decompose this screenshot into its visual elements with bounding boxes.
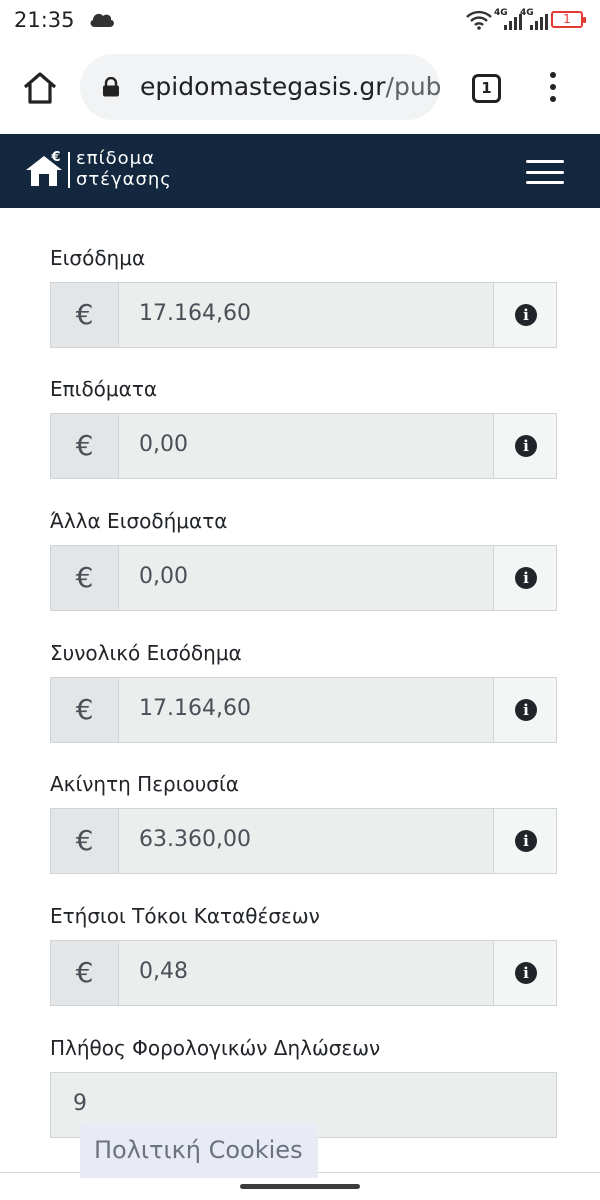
field-label: Ετήσιοι Τόκοι Καταθέσεων bbox=[50, 904, 320, 928]
battery-icon: 1 bbox=[551, 11, 586, 28]
field-value: 17.164,60 bbox=[139, 696, 251, 721]
info-button[interactable]: i bbox=[493, 941, 556, 1005]
euro-icon: € bbox=[51, 809, 119, 873]
home-icon[interactable] bbox=[20, 68, 60, 108]
info-icon: i bbox=[515, 962, 537, 984]
info-button[interactable]: i bbox=[493, 546, 556, 610]
field-label: Άλλα Εισοδήματα bbox=[50, 509, 228, 533]
field-label: Ακίνητη Περιουσία bbox=[50, 772, 239, 796]
field-value: 0,00 bbox=[139, 564, 188, 589]
site-header: € επίδομα στέγασης bbox=[0, 134, 600, 208]
house-euro-logo-icon[interactable]: € bbox=[24, 150, 64, 188]
info-button[interactable]: i bbox=[493, 809, 556, 873]
field-value: 0,48 bbox=[139, 959, 188, 984]
info-icon: i bbox=[515, 435, 537, 457]
browser-toolbar: epidomastegasis.gr/pub 1 bbox=[0, 40, 600, 134]
status-bar: 21:35 4G 4G 1 bbox=[0, 0, 600, 40]
total-income-input[interactable]: € 17.164,60 i bbox=[50, 677, 557, 743]
euro-icon: € bbox=[51, 546, 119, 610]
hamburger-menu-icon[interactable] bbox=[526, 160, 564, 184]
more-vert-icon[interactable] bbox=[548, 72, 558, 106]
lock-icon bbox=[103, 77, 119, 97]
euro-icon: € bbox=[51, 941, 119, 1005]
cloud-icon bbox=[90, 13, 114, 27]
wifi-icon bbox=[466, 10, 492, 30]
field-value: 17.164,60 bbox=[139, 301, 251, 326]
status-time: 21:35 bbox=[14, 8, 75, 32]
field-value: 0,00 bbox=[139, 432, 188, 457]
tabs-icon[interactable]: 1 bbox=[472, 74, 501, 103]
field-label: Εισόδημα bbox=[50, 246, 146, 270]
real-estate-input[interactable]: € 63.360,00 i bbox=[50, 808, 557, 874]
field-label: Επιδόματα bbox=[50, 377, 158, 401]
field-label: Συνολικό Εισόδημα bbox=[50, 641, 242, 665]
info-icon: i bbox=[515, 304, 537, 326]
logo-line-1: επίδομα bbox=[76, 148, 155, 169]
deposit-interest-input[interactable]: € 0,48 i bbox=[50, 940, 557, 1006]
info-icon: i bbox=[515, 830, 537, 852]
info-button[interactable]: i bbox=[493, 678, 556, 742]
euro-icon: € bbox=[51, 678, 119, 742]
allowances-input[interactable]: € 0,00 i bbox=[50, 413, 557, 479]
signal-icon: 4G bbox=[520, 8, 550, 30]
url-host: epidomastegasis.gr bbox=[140, 72, 386, 101]
cookie-policy-button[interactable]: Πολιτική Cookies bbox=[80, 1122, 318, 1178]
url-text: epidomastegasis.gr/pub bbox=[140, 72, 440, 101]
battery-level: 1 bbox=[563, 12, 571, 26]
site-logo-text[interactable]: επίδομα στέγασης bbox=[76, 148, 172, 190]
url-path: /pub bbox=[385, 72, 440, 101]
euro-icon: € bbox=[51, 283, 119, 347]
euro-icon: € bbox=[51, 414, 119, 478]
field-value: 9 bbox=[73, 1091, 87, 1116]
info-icon: i bbox=[515, 699, 537, 721]
logo-line-2: στέγασης bbox=[76, 169, 172, 190]
other-income-input[interactable]: € 0,00 i bbox=[50, 545, 557, 611]
income-input[interactable]: € 17.164,60 i bbox=[50, 282, 557, 348]
info-icon: i bbox=[515, 567, 537, 589]
field-value: 63.360,00 bbox=[139, 827, 251, 852]
gesture-navigation-bar[interactable] bbox=[240, 1184, 360, 1189]
svg-text:€: € bbox=[51, 150, 61, 165]
logo-divider bbox=[68, 152, 70, 188]
field-label: Πλήθος Φορολογικών Δηλώσεων bbox=[50, 1036, 381, 1060]
address-bar[interactable]: epidomastegasis.gr/pub bbox=[80, 54, 440, 120]
info-button[interactable]: i bbox=[493, 283, 556, 347]
info-button[interactable]: i bbox=[493, 414, 556, 478]
cookie-policy-label: Πολιτική Cookies bbox=[94, 1136, 303, 1164]
